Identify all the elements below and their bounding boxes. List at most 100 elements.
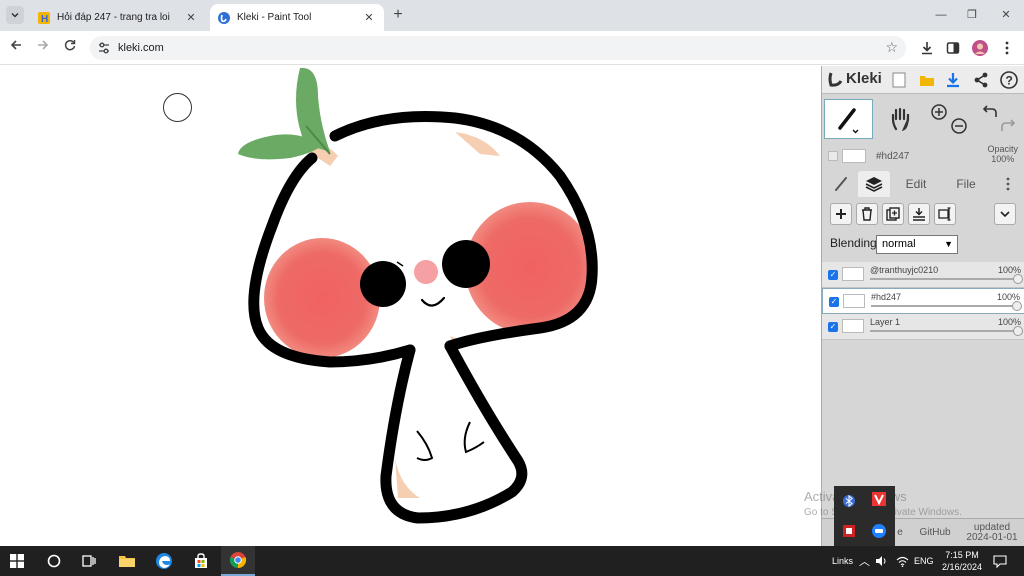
help-button[interactable]: ? [998, 69, 1020, 91]
side-panel-button[interactable] [944, 39, 962, 57]
zoom-buttons [926, 99, 972, 139]
store-button[interactable] [184, 546, 218, 576]
minimize-button[interactable]: — [924, 0, 958, 31]
open-image-button[interactable] [916, 69, 938, 91]
drawing-canvas[interactable] [0, 66, 821, 546]
arrow-left-icon [10, 40, 21, 50]
browser-tab-bar: H Hỏi đáp 247 - trang tra loi ✕ Kleki - … [0, 0, 1024, 31]
links-toolbar[interactable]: Links [832, 546, 853, 576]
bookmark-star-icon[interactable]: ☆ [885, 39, 898, 56]
layer-options-dropdown[interactable] [994, 203, 1016, 225]
kleki-panel: Kleki ? #hd247 Opacity 100% Edit File Bl… [821, 66, 1024, 546]
wifi-icon[interactable] [896, 546, 909, 576]
save-image-button[interactable] [942, 69, 964, 91]
layer-name: #hd247 [871, 292, 902, 302]
layer-name: @tranthuyjc0210 [870, 265, 939, 275]
close-tab-icon[interactable]: ✕ [184, 11, 198, 25]
layer-thumbnail [843, 294, 865, 308]
add-layer-button[interactable] [830, 203, 852, 225]
layer-visibility-checkbox[interactable]: ✓ [828, 322, 838, 332]
reload-button[interactable] [60, 38, 80, 58]
tab-file[interactable]: File [946, 171, 986, 197]
close-window-button[interactable]: ✕ [989, 0, 1023, 31]
speaker-icon [876, 556, 886, 566]
antivirus-tray-icon[interactable] [842, 524, 856, 538]
footer-link-partial[interactable]: e [894, 519, 906, 547]
github-link[interactable]: GitHub [912, 519, 958, 547]
layer-item[interactable]: ✓ Layer 1 100% [822, 314, 1024, 340]
address-bar[interactable]: kleki.com ☆ [90, 36, 906, 60]
zoom-out-icon[interactable] [950, 117, 968, 135]
layer-opacity-slider[interactable] [870, 330, 1018, 332]
slider-handle[interactable] [1013, 326, 1023, 336]
system-clock[interactable]: 7:15 PM 2/16/2024 [934, 549, 990, 573]
tab-kleki[interactable]: Kleki - Paint Tool ✕ [210, 4, 384, 31]
layer-thumbnail [842, 267, 864, 281]
chrome-button[interactable] [221, 546, 255, 576]
layer-name: Layer 1 [870, 317, 901, 327]
close-tab-icon[interactable]: ✕ [362, 11, 376, 25]
layer-item[interactable]: ✓ #hd247 100% [822, 288, 1024, 314]
undo-icon[interactable] [982, 103, 998, 119]
back-button[interactable] [6, 38, 26, 58]
rename-icon [938, 207, 951, 221]
notifications-button[interactable] [993, 546, 1007, 576]
edge-button[interactable] [147, 546, 181, 576]
browser-menu-button[interactable] [998, 39, 1016, 57]
kleki-top-bar: Kleki ? [822, 66, 1024, 94]
start-button[interactable] [0, 546, 34, 576]
new-image-button[interactable] [888, 69, 910, 91]
more-vertical-icon [1006, 177, 1010, 191]
mushroom-drawing [238, 67, 598, 524]
site-info-icon[interactable] [96, 40, 112, 56]
slider-handle[interactable] [1012, 301, 1022, 311]
rename-layer-button[interactable] [934, 203, 956, 225]
redo-icon[interactable] [1000, 117, 1016, 133]
brush-icon [835, 177, 847, 191]
tab-layers[interactable] [858, 171, 890, 197]
restore-button[interactable]: ❐ [955, 0, 989, 31]
blending-select[interactable]: normal ▼ [876, 235, 958, 254]
bluetooth-tray-icon[interactable] [842, 494, 856, 508]
updated-info: updated 2024-01-01 [962, 519, 1022, 547]
profile-avatar[interactable] [971, 39, 989, 57]
zoom-in-icon[interactable] [930, 103, 948, 121]
zalo-tray-icon[interactable] [872, 524, 886, 538]
layer-item[interactable]: ✓ @tranthuyjc0210 100% [822, 262, 1024, 288]
more-menu-button[interactable] [998, 171, 1018, 197]
tab-brush-settings[interactable] [826, 171, 856, 197]
blending-label: Blending [830, 236, 877, 250]
tab-edit[interactable]: Edit [896, 171, 936, 197]
layer-visibility-checkbox[interactable]: ✓ [829, 297, 839, 307]
store-icon [195, 553, 207, 568]
task-view-button[interactable] [72, 546, 106, 576]
input-language[interactable]: ENG [914, 546, 934, 576]
file-explorer-button[interactable] [110, 546, 144, 576]
merge-down-button[interactable] [908, 203, 930, 225]
volume-icon[interactable] [875, 546, 887, 576]
duplicate-layer-button[interactable] [882, 203, 904, 225]
new-tab-button[interactable]: + [389, 6, 407, 24]
slider-handle[interactable] [1013, 274, 1023, 284]
layer-opacity-slider[interactable] [871, 305, 1019, 307]
download-button[interactable] [918, 39, 936, 57]
delete-layer-button[interactable] [856, 203, 878, 225]
vivaldi-tray-icon[interactable] [872, 492, 886, 506]
opacity-readout: Opacity 100% [987, 144, 1018, 164]
share-button[interactable] [970, 69, 992, 91]
search-button[interactable] [37, 546, 71, 576]
hand-tool-button[interactable] [878, 99, 924, 139]
tab-hoidap[interactable]: H Hỏi đáp 247 - trang tra loi ✕ [30, 4, 206, 31]
layer-lock-checkbox[interactable] [828, 151, 838, 161]
layer-visibility-checkbox[interactable]: ✓ [828, 270, 838, 280]
layer-opacity-slider[interactable] [870, 278, 1018, 280]
tray-overflow-chevron-icon[interactable]: ︿ [859, 546, 870, 576]
hand-icon [891, 107, 910, 131]
folder-icon [119, 556, 135, 567]
duplicate-icon [886, 207, 900, 221]
tab-search-button[interactable] [6, 6, 24, 24]
brush-tool-button[interactable] [824, 99, 873, 139]
forward-button[interactable] [33, 38, 53, 58]
kleki-logo[interactable]: Kleki [828, 70, 882, 87]
opacity-value: 100% [991, 154, 1015, 164]
